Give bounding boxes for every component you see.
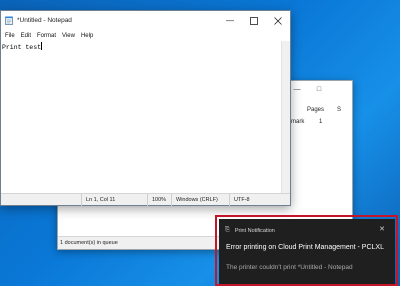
print-notification-toast[interactable]: ⎘ Print Notification ✕ Error printing on…	[219, 219, 395, 284]
toast-header: ⎘ Print Notification	[225, 227, 275, 234]
queue-close-button[interactable]	[330, 81, 352, 97]
minimize-button[interactable]: —	[218, 11, 242, 30]
toast-title: Error printing on Cloud Print Management…	[226, 244, 384, 251]
queue-title-bar: — □	[282, 81, 352, 97]
queue-row-name: mark	[291, 119, 305, 125]
notepad-window: *Untitled - Notepad — File Edit Format V…	[0, 10, 291, 206]
notepad-icon	[4, 16, 13, 25]
queue-maximize-button[interactable]: □	[308, 81, 330, 97]
menu-view[interactable]: View	[62, 33, 75, 39]
status-line-ending: Windows (CRLF)	[171, 194, 229, 206]
editor-text: Print test	[2, 44, 42, 51]
menu-edit[interactable]: Edit	[21, 33, 31, 39]
queue-row-pages: 1	[319, 119, 323, 125]
queue-column-pages[interactable]: Pages	[307, 107, 337, 113]
queue-status-text: 1 document(s) in queue	[60, 240, 118, 246]
printer-icon: ⎘	[225, 227, 230, 233]
vertical-scrollbar[interactable]	[281, 41, 290, 194]
status-position: Ln 1, Col 11	[81, 194, 147, 206]
menu-format[interactable]: Format	[37, 33, 56, 39]
menu-bar: File Edit Format View Help	[1, 30, 290, 41]
close-button[interactable]	[266, 11, 290, 30]
maximize-icon	[250, 16, 258, 25]
text-caret	[41, 42, 43, 50]
toast-app-name: Print Notification	[234, 227, 275, 234]
text-editor-area[interactable]: Print test	[1, 41, 282, 194]
queue-column-headers: Pages S	[291, 107, 341, 113]
menu-help[interactable]: Help	[81, 33, 93, 39]
status-encoding: UTF-8	[229, 194, 292, 206]
window-title: *Untitled - Notepad	[17, 17, 72, 24]
close-icon	[274, 16, 282, 25]
menu-file[interactable]: File	[5, 33, 15, 39]
queue-row[interactable]: mark 1	[291, 119, 349, 125]
maximize-button[interactable]	[242, 11, 266, 30]
status-bar: Ln 1, Col 11 100% Windows (CRLF) UTF-8	[1, 193, 292, 206]
status-zoom: 100%	[147, 194, 171, 206]
toast-message: The printer couldn't print *Untitled - N…	[226, 264, 353, 271]
toast-close-button[interactable]: ✕	[379, 225, 385, 233]
queue-column-status[interactable]: S	[337, 107, 341, 113]
queue-column-document-edge[interactable]	[291, 107, 307, 113]
notepad-title-bar[interactable]: *Untitled - Notepad —	[1, 11, 290, 30]
